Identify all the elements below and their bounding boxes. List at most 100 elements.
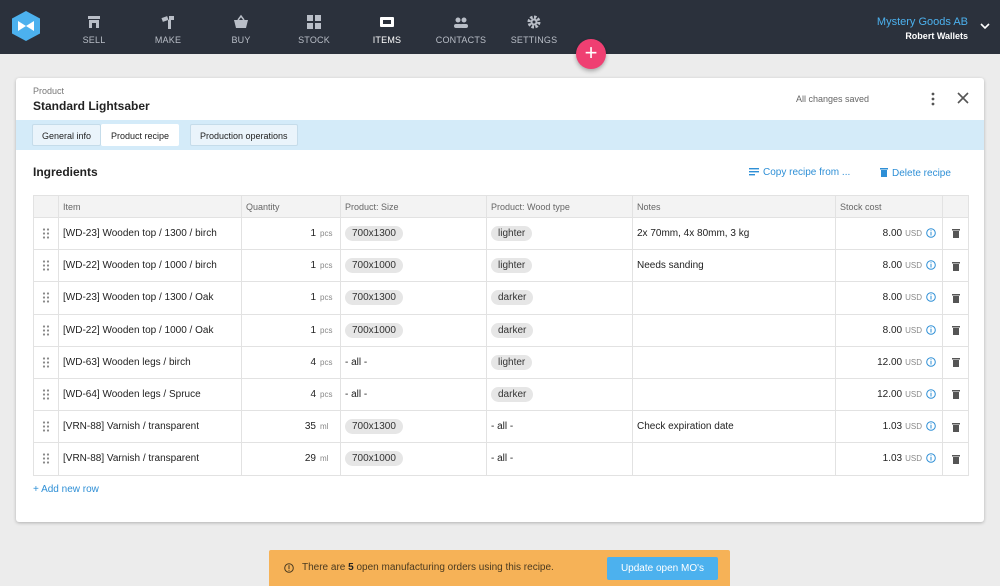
info-icon[interactable] <box>926 228 936 238</box>
delete-row-button[interactable] <box>942 216 969 251</box>
delete-row-button[interactable] <box>942 442 969 476</box>
basket-icon <box>234 14 248 28</box>
tab-production-operations[interactable]: Production operations <box>190 124 298 146</box>
unit-label: ml <box>320 454 329 464</box>
table-row: [WD-22] Wooden top / 1000 / birch 1 pcs 7… <box>33 249 969 283</box>
drag-handle[interactable] <box>33 410 59 444</box>
delete-row-button[interactable] <box>942 281 969 315</box>
wood-type-cell[interactable]: - all - <box>486 442 633 476</box>
tab-product-recipe[interactable]: Product recipe <box>101 124 180 146</box>
size-cell[interactable]: 700x1000 <box>340 249 487 283</box>
nav-stock[interactable]: STOCK <box>277 0 351 54</box>
drag-handle[interactable] <box>33 313 59 347</box>
size-cell[interactable]: 700x1000 <box>340 442 487 476</box>
account-menu[interactable]: Mystery Goods AB Robert Wallets <box>877 16 968 41</box>
notes-cell[interactable]: 2x 70mm, 4x 80mm, 3 kg <box>632 216 836 251</box>
nav-items[interactable]: ITEMS <box>350 0 424 54</box>
close-icon[interactable] <box>956 91 970 105</box>
add-button[interactable]: + <box>576 39 606 69</box>
nav-buy[interactable]: BUY <box>204 0 278 54</box>
drag-handle[interactable] <box>33 442 59 476</box>
item-cell[interactable]: [WD-22] Wooden top / 1000 / birch <box>58 249 242 283</box>
drag-handle[interactable] <box>33 345 59 379</box>
size-cell[interactable]: - all - <box>340 345 487 379</box>
drag-handle[interactable] <box>33 281 59 315</box>
notes-cell[interactable]: Needs sanding <box>632 249 836 283</box>
info-icon[interactable] <box>926 453 936 464</box>
wood-type-cell[interactable]: - all - <box>486 410 633 444</box>
quantity-cell[interactable]: 4 pcs <box>241 345 341 379</box>
add-row-button[interactable]: + Add new row <box>33 484 99 495</box>
nav-make[interactable]: MAKE <box>131 0 205 54</box>
size-cell[interactable]: - all - <box>340 377 487 412</box>
notes-cell[interactable]: Check expiration date <box>632 410 836 444</box>
wood-type-chip: darker <box>491 387 534 403</box>
nav-sell[interactable]: SELL <box>57 0 131 54</box>
info-icon[interactable] <box>926 324 936 335</box>
size-chip: 700x1000 <box>345 451 403 467</box>
size-cell[interactable]: 700x1300 <box>340 216 487 251</box>
item-cell[interactable]: [WD-23] Wooden top / 1300 / Oak <box>58 281 242 315</box>
info-icon[interactable] <box>926 357 936 367</box>
notes-cell[interactable] <box>632 377 836 412</box>
size-cell[interactable]: 700x1300 <box>340 410 487 444</box>
info-icon[interactable] <box>926 421 936 432</box>
wood-type-cell[interactable]: lighter <box>486 345 633 379</box>
wood-type-cell[interactable]: darker <box>486 313 633 347</box>
chevron-down-icon[interactable] <box>980 22 990 30</box>
trash-icon <box>880 168 888 177</box>
item-cell[interactable]: [WD-22] Wooden top / 1000 / Oak <box>58 313 242 347</box>
item-cell[interactable]: [WD-63] Wooden legs / birch <box>58 345 242 379</box>
notes-cell[interactable] <box>632 313 836 347</box>
item-cell[interactable]: [WD-64] Wooden legs / Spruce <box>58 377 242 412</box>
quantity-cell[interactable]: 4 pcs <box>241 377 341 412</box>
item-cell[interactable]: [VRN-88] Varnish / transparent <box>58 442 242 476</box>
shop-icon <box>88 16 100 28</box>
unit-label: pcs <box>320 325 333 335</box>
quantity-cell[interactable]: 1 pcs <box>241 249 341 283</box>
nav-settings[interactable]: SETTINGS <box>497 0 571 54</box>
delete-row-button[interactable] <box>942 313 969 347</box>
notes-cell[interactable] <box>632 345 836 379</box>
quantity-cell[interactable]: 29 ml <box>241 442 341 476</box>
drag-handle[interactable] <box>33 249 59 283</box>
trash-icon <box>951 454 960 464</box>
size-cell[interactable]: 700x1000 <box>340 313 487 347</box>
quantity-value: 1 <box>310 228 316 240</box>
delete-row-button[interactable] <box>942 345 969 379</box>
info-icon[interactable] <box>926 389 936 399</box>
col-size: Product: Size <box>340 195 487 218</box>
quantity-value: 35 <box>304 421 316 433</box>
update-open-mos-button[interactable]: Update open MO's <box>607 557 718 580</box>
stock-cost-cell: 12.00 USD <box>835 345 943 379</box>
copy-recipe-button[interactable]: Copy recipe from ... <box>749 167 850 178</box>
notes-cell[interactable] <box>632 281 836 315</box>
quantity-cell[interactable]: 1 pcs <box>241 281 341 315</box>
nav-contacts[interactable]: CONTACTS <box>424 0 498 54</box>
notes-cell[interactable] <box>632 442 836 476</box>
item-cell[interactable]: [VRN-88] Varnish / transparent <box>58 410 242 444</box>
size-cell[interactable]: 700x1300 <box>340 281 487 315</box>
quantity-cell[interactable]: 1 pcs <box>241 216 341 251</box>
logo-icon[interactable] <box>12 11 40 41</box>
wood-type-cell[interactable]: darker <box>486 377 633 412</box>
delete-row-button[interactable] <box>942 249 969 283</box>
delete-row-button[interactable] <box>942 377 969 412</box>
wood-type-cell[interactable]: darker <box>486 281 633 315</box>
quantity-cell[interactable]: 35 ml <box>241 410 341 444</box>
more-options-icon[interactable] <box>929 91 937 107</box>
currency-label: USD <box>905 422 922 432</box>
info-icon[interactable] <box>926 292 936 303</box>
info-icon[interactable] <box>926 260 936 271</box>
company-name: Mystery Goods AB <box>876 16 968 28</box>
item-cell[interactable]: [WD-23] Wooden top / 1300 / birch <box>58 216 242 251</box>
cost-value: 12.00 <box>877 389 903 401</box>
quantity-cell[interactable]: 1 pcs <box>241 313 341 347</box>
delete-row-button[interactable] <box>942 410 969 444</box>
wood-type-cell[interactable]: lighter <box>486 216 633 251</box>
tab-general-info[interactable]: General info <box>32 124 102 146</box>
wood-type-cell[interactable]: lighter <box>486 249 633 283</box>
drag-handle[interactable] <box>33 377 59 412</box>
drag-handle[interactable] <box>33 216 59 251</box>
delete-recipe-button[interactable]: Delete recipe <box>880 167 951 179</box>
